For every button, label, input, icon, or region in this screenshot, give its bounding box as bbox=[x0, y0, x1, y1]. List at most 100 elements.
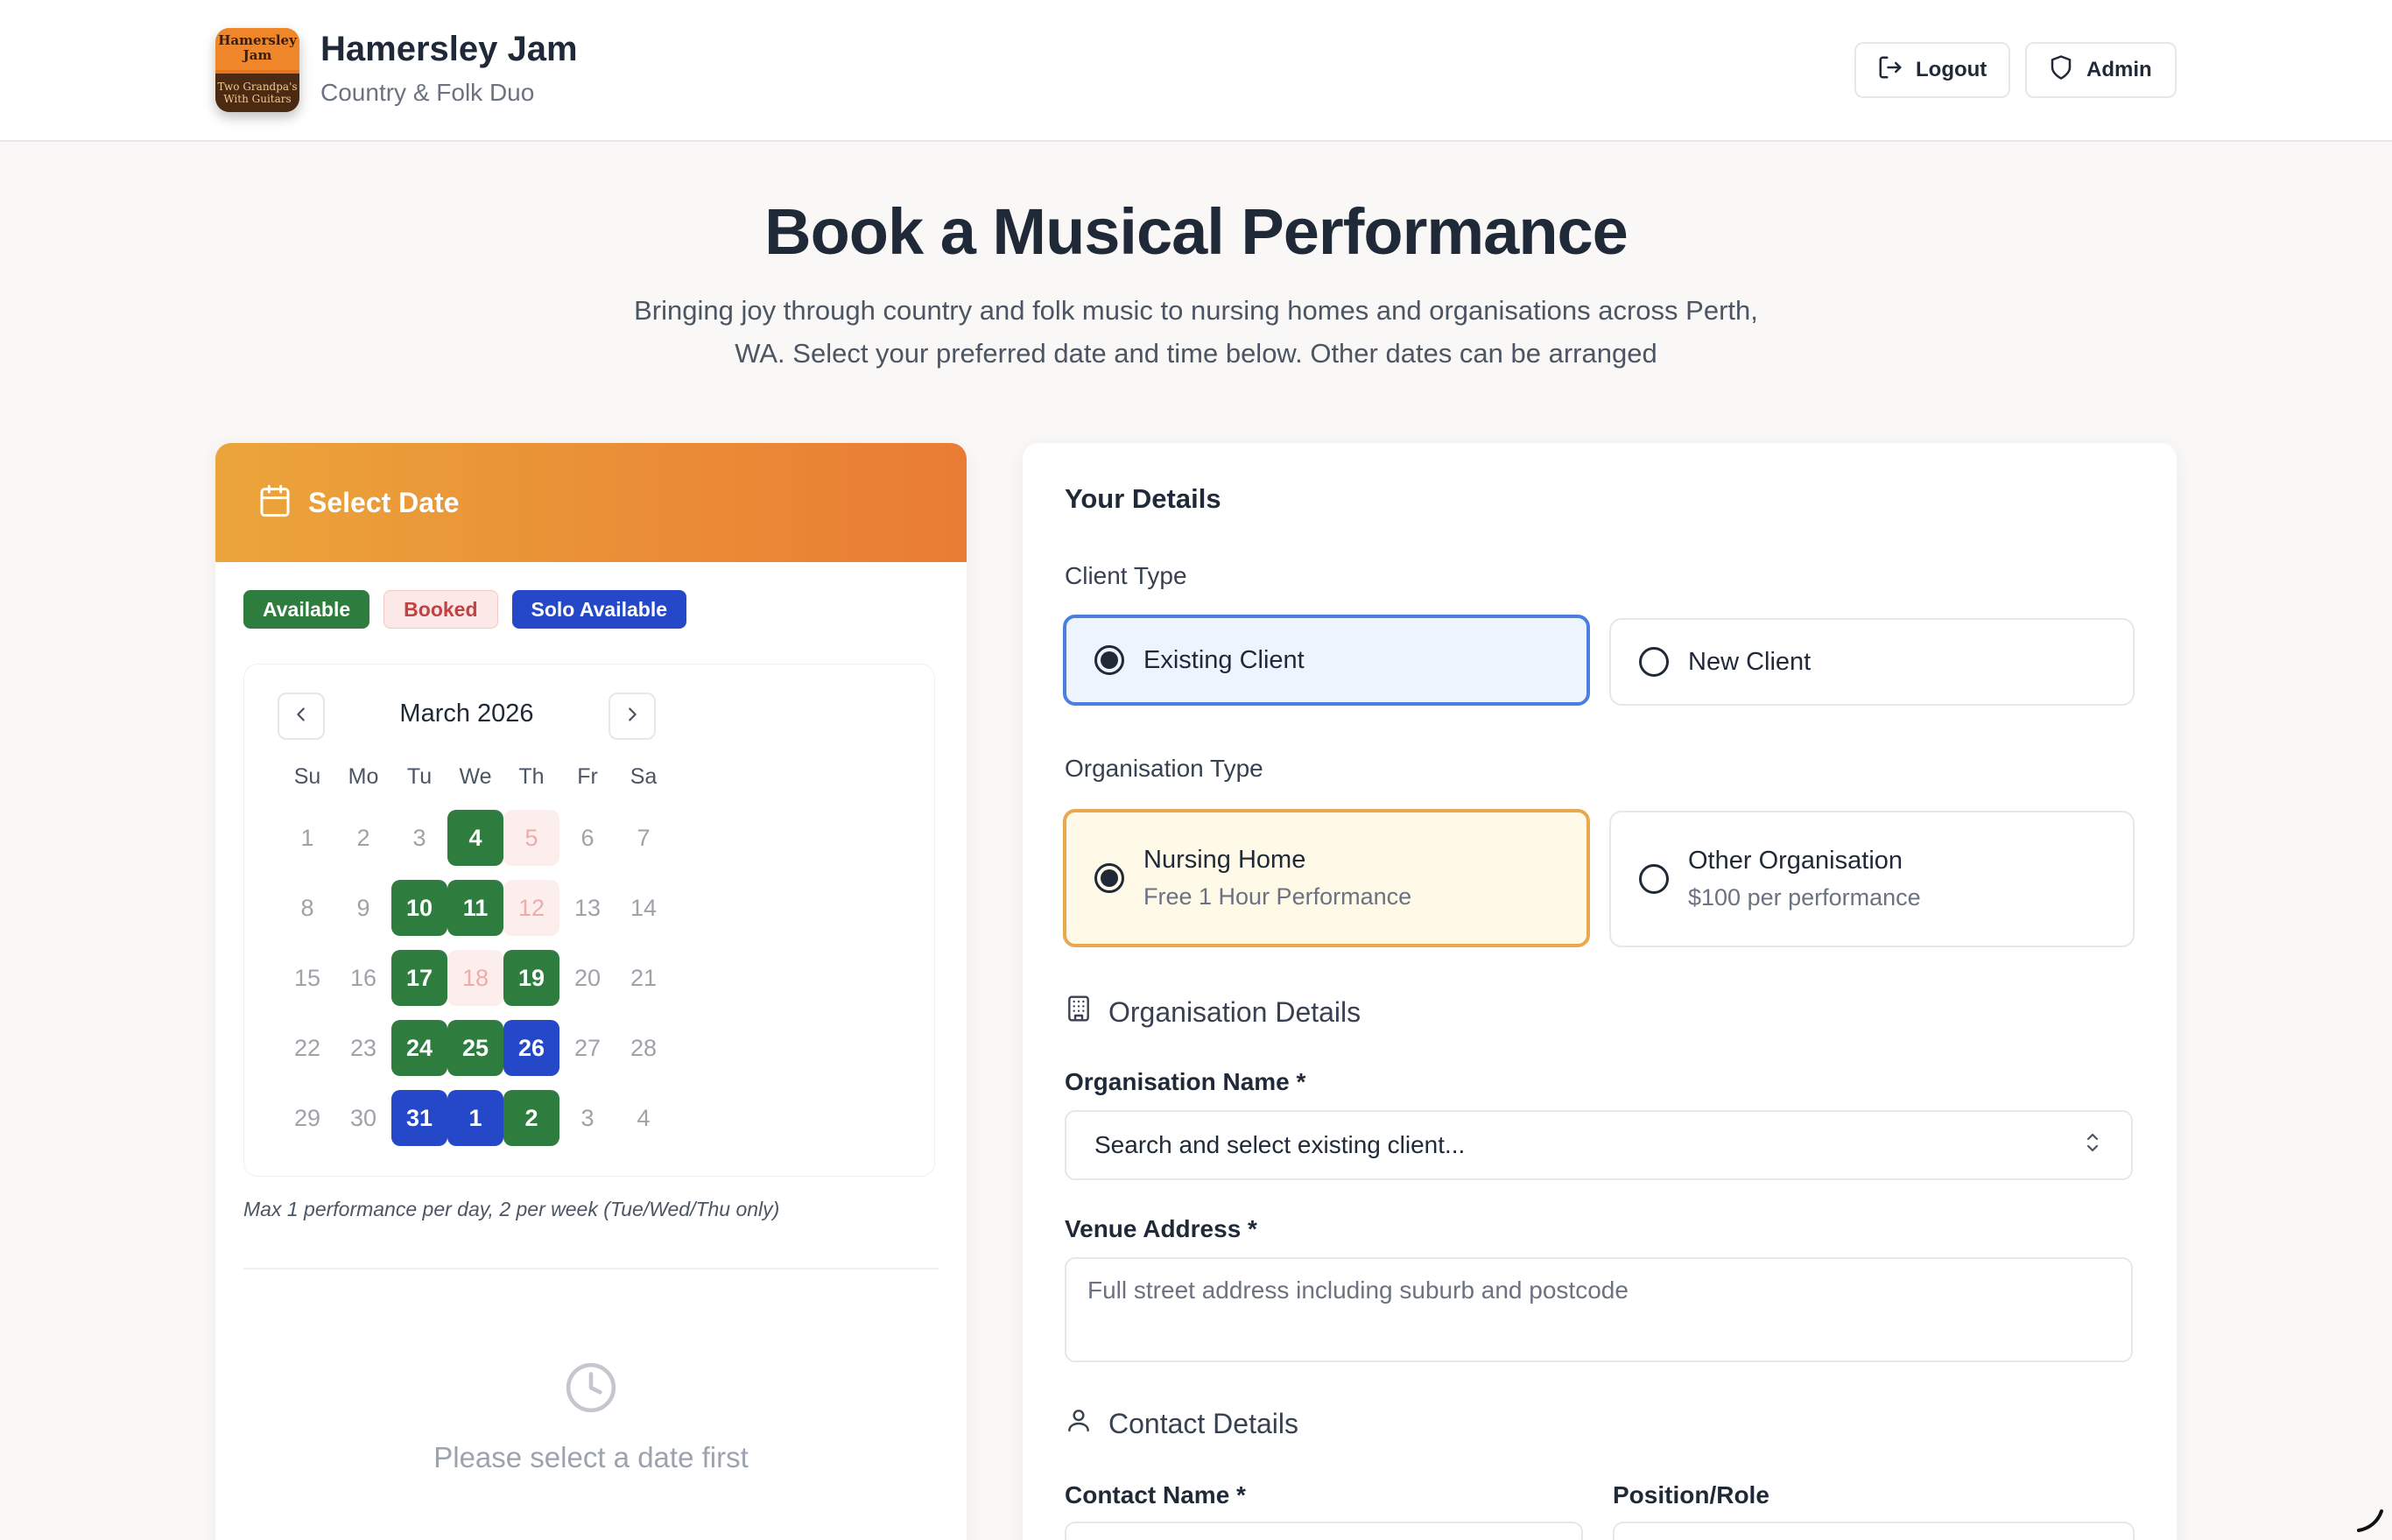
calendar-legend: Available Booked Solo Available bbox=[243, 590, 687, 629]
calendar-day-solo[interactable]: 1 bbox=[447, 1090, 503, 1146]
calendar-day-booked: 5 bbox=[503, 810, 559, 866]
nursing-home-price: Free 1 Hour Performance bbox=[1143, 883, 1412, 910]
calendar-icon bbox=[257, 483, 292, 523]
calendar-week-row: 1 2 3456 7 bbox=[279, 810, 672, 866]
legend-booked-badge: Booked bbox=[383, 590, 498, 629]
calendar-week-row: 22 23 24 25 26 27 28 bbox=[279, 1020, 672, 1076]
weekday-label: Su bbox=[293, 764, 321, 789]
calendar-day-none: 14 bbox=[630, 894, 658, 921]
divider bbox=[243, 1268, 939, 1269]
organisation-details-heading: Organisation Details bbox=[1065, 995, 1361, 1030]
venue-address-field[interactable]: Full street address including suburb and… bbox=[1065, 1257, 2133, 1362]
next-month-button[interactable] bbox=[609, 693, 656, 740]
weekday-label: Mo bbox=[348, 764, 379, 789]
weekday-header-row: Su Mo Tu We Th Fr Sa bbox=[279, 764, 672, 790]
calendar-day-available[interactable]: 10 bbox=[391, 880, 447, 936]
new-client-option[interactable]: New Client bbox=[1609, 618, 2135, 706]
select-date-message: Please select a date first bbox=[433, 1441, 749, 1473]
weekday-label: We bbox=[459, 764, 492, 789]
position-role-field[interactable] bbox=[1613, 1522, 2135, 1540]
radio-unselected[interactable] bbox=[1639, 864, 1669, 894]
nursing-home-label: Nursing Home bbox=[1143, 846, 1306, 874]
weekday-label: Sa bbox=[630, 764, 658, 789]
logo-top-text: Hamersley Jam bbox=[215, 28, 299, 70]
legend-available-badge: Available bbox=[243, 590, 370, 629]
building-icon bbox=[1065, 995, 1093, 1030]
calendar-day-none: 9 bbox=[356, 894, 370, 921]
contact-name-label: Contact Name * bbox=[1065, 1481, 1246, 1508]
calendar-day-none: 16 bbox=[349, 964, 377, 991]
calendar-day-none: 8 bbox=[300, 894, 314, 921]
calendar-day-none: 4 bbox=[637, 1104, 651, 1131]
calendar-day-none: 6 bbox=[580, 824, 594, 851]
calendar-day-available[interactable]: 2 bbox=[503, 1090, 559, 1146]
other-organisation-option[interactable]: Other Organisation $100 per performance bbox=[1609, 811, 2135, 947]
logout-label: Logout bbox=[1916, 58, 1987, 81]
user-icon bbox=[1065, 1406, 1093, 1441]
calendar-day-none: 3 bbox=[580, 1104, 594, 1131]
organisation-name-label: Organisation Name * bbox=[1065, 1068, 1306, 1095]
contact-details-title: Contact Details bbox=[1108, 1407, 1298, 1439]
calendar-day-available[interactable]: 19 bbox=[503, 950, 559, 1006]
calendar-day-none: 28 bbox=[630, 1034, 658, 1061]
radio-selected[interactable] bbox=[1094, 645, 1124, 675]
calendar-day-available[interactable]: 11 bbox=[447, 880, 503, 936]
admin-button[interactable]: Admin bbox=[2025, 42, 2177, 98]
weekday-label: Tu bbox=[406, 764, 433, 789]
corner-curve-icon bbox=[2355, 1508, 2385, 1534]
chevron-right-icon bbox=[623, 705, 642, 728]
calendar-day-none: 27 bbox=[573, 1034, 602, 1061]
calendar-day-none: 3 bbox=[412, 824, 426, 851]
date-picker-header: Select Date bbox=[215, 443, 967, 562]
radio-unselected[interactable] bbox=[1639, 647, 1669, 677]
weekday-label: Th bbox=[518, 764, 545, 789]
your-details-card: Your Details Client Type Existing Client… bbox=[1023, 443, 2177, 1540]
calendar-day-booked: 12 bbox=[503, 880, 559, 936]
radio-selected[interactable] bbox=[1094, 863, 1124, 893]
calendar-day-available[interactable]: 17 bbox=[391, 950, 447, 1006]
calendar-day-booked: 18 bbox=[447, 950, 503, 1006]
calendar-day-available[interactable]: 24 bbox=[391, 1020, 447, 1076]
calendar-day-solo[interactable]: 26 bbox=[503, 1020, 559, 1076]
calendar-day-none: 22 bbox=[293, 1034, 321, 1061]
organisation-name-select[interactable]: Search and select existing client... bbox=[1065, 1110, 2133, 1180]
brand-name: Hamersley Jam bbox=[320, 30, 578, 68]
venue-address-label: Venue Address * bbox=[1065, 1215, 1257, 1242]
details-title: Your Details bbox=[1065, 483, 1221, 514]
calendar-week-row: 15 16 17 18 19 20 21 bbox=[279, 950, 672, 1006]
contact-name-field[interactable] bbox=[1065, 1522, 1583, 1540]
brand-logo[interactable]: Hamersley Jam Two Grandpa's With Guitars bbox=[215, 28, 299, 112]
date-picker-title: Select Date bbox=[308, 486, 460, 518]
position-role-label: Position/Role bbox=[1613, 1481, 1769, 1508]
page-title: Book a Musical Performance bbox=[764, 195, 1629, 268]
calendar-grid: March 2026 Su Mo Tu We Th Fr Sa 12345678… bbox=[243, 664, 935, 1177]
calendar-day-solo[interactable]: 31 bbox=[391, 1090, 447, 1146]
weekday-label: Fr bbox=[577, 764, 598, 789]
logo-bottom-text: Two Grandpa's With Guitars bbox=[215, 74, 299, 112]
existing-client-option[interactable]: Existing Client bbox=[1063, 615, 1590, 706]
month-label: March 2026 bbox=[399, 700, 534, 728]
calendar-day-none: 20 bbox=[573, 964, 602, 991]
other-organisation-price: $100 per performance bbox=[1688, 884, 1921, 911]
calendar-day-none: 7 bbox=[637, 824, 651, 851]
calendar-day-available[interactable]: 25 bbox=[447, 1020, 503, 1076]
brand-tagline: Country & Folk Duo bbox=[320, 79, 535, 106]
previous-month-button[interactable] bbox=[278, 693, 325, 740]
top-header: Hamersley Jam Two Grandpa's With Guitars… bbox=[0, 0, 2392, 142]
nursing-home-option[interactable]: Nursing Home Free 1 Hour Performance bbox=[1063, 809, 1590, 947]
logout-button[interactable]: Logout bbox=[1854, 42, 2010, 98]
calendar-day-none: 29 bbox=[293, 1104, 321, 1131]
client-type-label: Client Type bbox=[1065, 562, 1187, 589]
calendar-day-none: 30 bbox=[349, 1104, 377, 1131]
organisation-type-label: Organisation Type bbox=[1065, 755, 1263, 782]
calendar-day-available[interactable]: 4 bbox=[447, 810, 503, 866]
chevron-left-icon bbox=[292, 705, 311, 728]
clock-icon bbox=[564, 1361, 618, 1415]
chevrons-up-down-icon bbox=[2082, 1130, 2103, 1161]
calendar-week-row: 29 30 31 1 2 3 4 bbox=[279, 1090, 672, 1146]
calendar-day-none: 2 bbox=[356, 824, 370, 851]
existing-client-label: Existing Client bbox=[1143, 645, 1305, 674]
calendar-day-none: 23 bbox=[349, 1034, 377, 1061]
legend-solo-badge: Solo Available bbox=[511, 590, 687, 629]
logout-icon bbox=[1877, 54, 1903, 87]
